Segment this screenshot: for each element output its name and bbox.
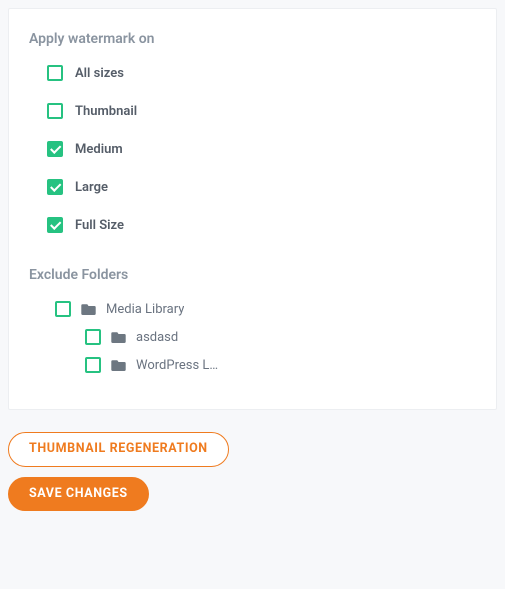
size-label: All sizes: [75, 66, 124, 81]
folder-row-child[interactable]: WordPress L…: [85, 357, 476, 373]
save-changes-button[interactable]: Save Changes: [8, 477, 149, 512]
folder-row-child[interactable]: asdasd: [85, 329, 476, 345]
checkbox-folder-root[interactable]: [55, 301, 71, 317]
watermark-sizes-list: All sizes Thumbnail Medium Large Full Si…: [29, 65, 476, 233]
size-label: Medium: [75, 142, 123, 157]
checkbox-all-sizes[interactable]: [47, 65, 63, 81]
thumbnail-regeneration-button[interactable]: Thumbnail Regeneration: [8, 432, 229, 467]
actions-row: Thumbnail Regeneration Save Changes: [8, 432, 497, 511]
apply-watermark-title: Apply watermark on: [29, 31, 476, 47]
checkbox-folder-child-0[interactable]: [85, 329, 101, 345]
checkbox-folder-child-1[interactable]: [85, 357, 101, 373]
folder-icon: [81, 303, 96, 315]
settings-panel: Apply watermark on All sizes Thumbnail M…: [8, 8, 497, 410]
folder-icon: [111, 359, 126, 371]
folder-label: WordPress L…: [136, 358, 218, 373]
folder-label: asdasd: [136, 330, 178, 345]
folder-row-root[interactable]: Media Library: [55, 301, 476, 317]
size-label: Full Size: [75, 218, 124, 233]
folder-label: Media Library: [106, 302, 184, 317]
folder-tree: Media Library asdasd WordPress L…: [29, 301, 476, 373]
exclude-folders-title: Exclude Folders: [29, 267, 476, 283]
size-label: Thumbnail: [75, 104, 137, 119]
size-option-all[interactable]: All sizes: [47, 65, 476, 81]
size-option-large[interactable]: Large: [47, 179, 476, 195]
size-option-fullsize[interactable]: Full Size: [47, 217, 476, 233]
checkbox-medium[interactable]: [47, 141, 63, 157]
size-label: Large: [75, 180, 108, 195]
folder-icon: [111, 331, 126, 343]
checkbox-thumbnail[interactable]: [47, 103, 63, 119]
folder-children: asdasd WordPress L…: [55, 329, 476, 373]
size-option-thumbnail[interactable]: Thumbnail: [47, 103, 476, 119]
checkbox-large[interactable]: [47, 179, 63, 195]
checkbox-fullsize[interactable]: [47, 217, 63, 233]
size-option-medium[interactable]: Medium: [47, 141, 476, 157]
